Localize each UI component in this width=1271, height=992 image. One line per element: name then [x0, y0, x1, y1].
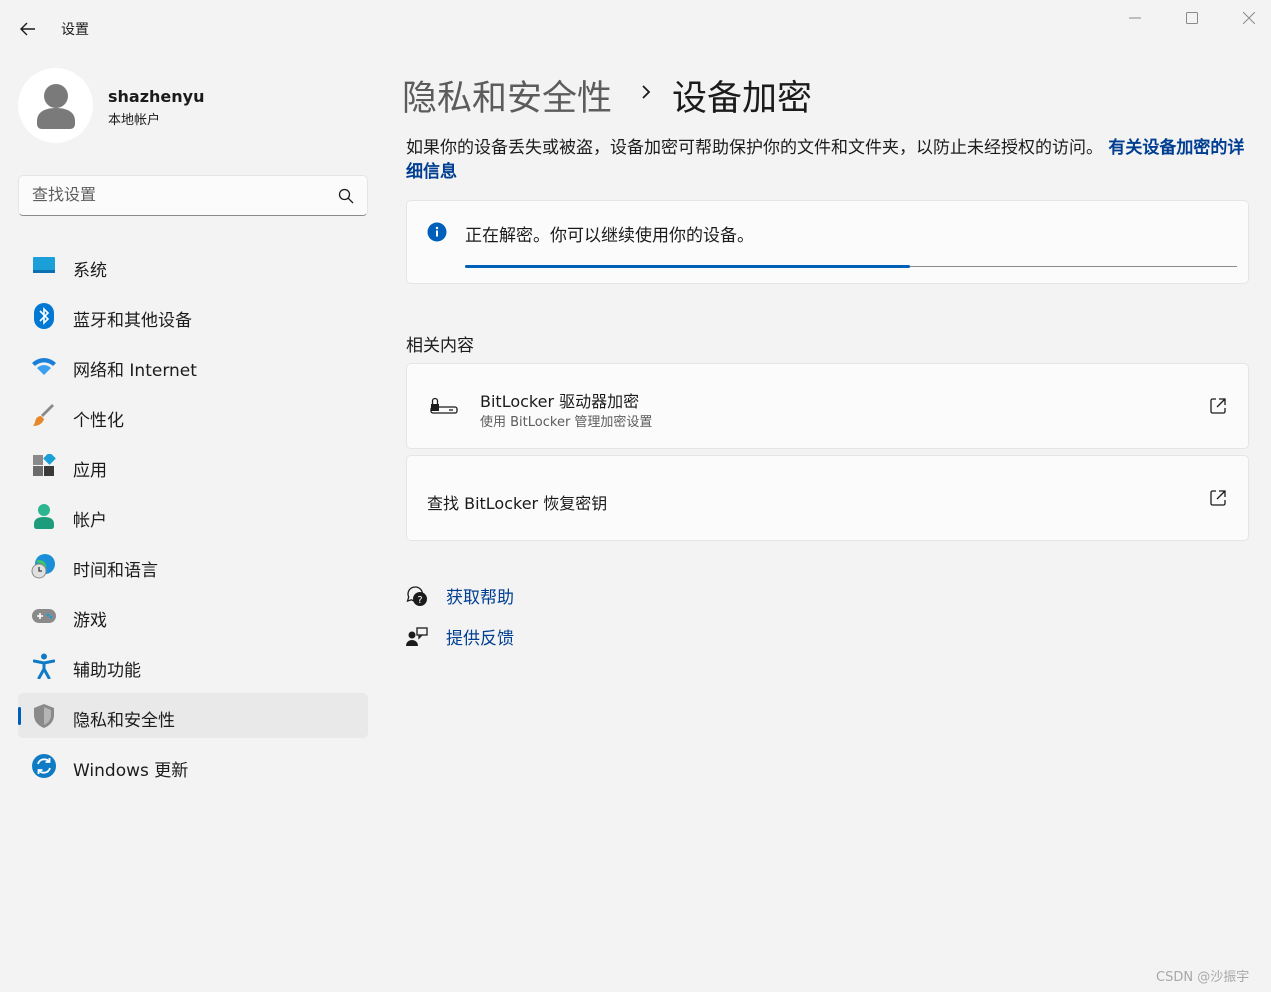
globe-clock-icon — [31, 553, 57, 579]
avatar[interactable] — [18, 68, 93, 143]
get-help-link[interactable]: ? 获取帮助 — [406, 583, 514, 608]
card-title: BitLocker 驱动器加密 — [480, 392, 640, 411]
sidebar-item-label: 帐户 — [73, 511, 107, 531]
status-message: 正在解密。你可以继续使用你的设备。 — [465, 226, 754, 246]
sidebar-item-personalization[interactable]: 个性化 — [18, 393, 368, 438]
system-display-icon — [31, 253, 57, 279]
sidebar-item-label: 网络和 Internet — [73, 361, 197, 381]
sidebar-item-label: 游戏 — [73, 611, 107, 631]
chevron-right-icon — [642, 85, 651, 99]
feedback-link[interactable]: 提供反馈 — [406, 624, 514, 649]
page-title: 设备加密 — [672, 79, 813, 119]
info-icon — [427, 222, 447, 242]
sidebar-item-accessibility[interactable]: 辅助功能 — [18, 643, 368, 688]
sidebar-item-label: 辅助功能 — [73, 661, 141, 681]
apps-icon — [31, 453, 57, 479]
sidebar-item-label: Windows 更新 — [73, 761, 189, 781]
maximize-icon — [1186, 12, 1198, 24]
paintbrush-icon — [31, 403, 57, 429]
sidebar-item-gaming[interactable]: 游戏 — [18, 593, 368, 638]
sidebar-item-time-language[interactable]: 时间和语言 — [18, 543, 368, 588]
card-title: 查找 BitLocker 恢复密钥 — [427, 494, 608, 513]
close-button[interactable] — [1229, 6, 1269, 30]
minimize-icon — [1129, 17, 1141, 19]
search-box[interactable] — [18, 175, 368, 216]
search-icon[interactable] — [337, 187, 355, 205]
back-button[interactable] — [14, 16, 42, 42]
open-external-icon — [1210, 398, 1226, 414]
sidebar-item-windows-update[interactable]: Windows 更新 — [18, 743, 368, 788]
gamepad-icon — [31, 603, 57, 629]
svg-text:?: ? — [417, 595, 422, 606]
help-chat-icon: ? — [406, 585, 427, 606]
bitlocker-encryption-card[interactable]: BitLocker 驱动器加密 使用 BitLocker 管理加密设置 — [406, 363, 1249, 449]
card-subtitle: 使用 BitLocker 管理加密设置 — [480, 415, 653, 430]
sidebar-item-network[interactable]: 网络和 Internet — [18, 343, 368, 388]
sidebar-item-label: 系统 — [73, 261, 107, 281]
sidebar-item-label: 时间和语言 — [73, 561, 158, 581]
description-text: 如果你的设备丢失或被盗，设备加密可帮助保护你的文件和文件夹，以防止未经授权的访问… — [406, 138, 1103, 158]
search-input[interactable] — [32, 185, 322, 204]
user-avatar-icon — [36, 83, 75, 129]
breadcrumb-parent[interactable]: 隐私和安全性 — [402, 70, 612, 121]
open-external-icon — [1210, 490, 1226, 506]
user-name: shazhenyu — [108, 87, 205, 106]
sidebar-item-label: 个性化 — [73, 411, 124, 431]
title-bar: 设置 — [0, 0, 1271, 56]
accessibility-icon — [31, 653, 57, 679]
update-icon — [31, 753, 57, 779]
sidebar-item-label: 隐私和安全性 — [73, 711, 175, 731]
related-section-title: 相关内容 — [406, 336, 474, 356]
sidebar-item-label: 蓝牙和其他设备 — [73, 311, 192, 331]
bluetooth-icon — [31, 303, 57, 329]
close-icon — [1243, 12, 1255, 24]
drive-lock-icon — [430, 397, 458, 414]
progress-fill — [465, 265, 910, 268]
watermark: CSDN @沙振宇 — [1156, 970, 1250, 985]
wifi-icon — [31, 353, 57, 379]
sidebar-item-privacy-security[interactable]: 隐私和安全性 — [18, 693, 368, 738]
sidebar-nav: 系统 蓝牙和其他设备 网络和 Internet 个性化 应用 帐户 时间和语言 … — [18, 243, 368, 793]
sidebar-item-bluetooth[interactable]: 蓝牙和其他设备 — [18, 293, 368, 338]
sidebar-item-apps[interactable]: 应用 — [18, 443, 368, 488]
sidebar-item-system[interactable]: 系统 — [18, 243, 368, 288]
feedback-icon — [406, 626, 428, 646]
minimize-button[interactable] — [1115, 6, 1155, 30]
sidebar-item-label: 应用 — [73, 461, 107, 481]
find-recovery-key-card[interactable]: 查找 BitLocker 恢复密钥 — [406, 455, 1249, 541]
back-arrow-icon — [20, 22, 35, 36]
shield-icon — [31, 703, 57, 729]
sidebar-item-accounts[interactable]: 帐户 — [18, 493, 368, 538]
decryption-status-card: 正在解密。你可以继续使用你的设备。 — [406, 200, 1249, 284]
maximize-button[interactable] — [1172, 6, 1212, 30]
progress-bar — [465, 265, 1237, 268]
feedback-label: 提供反馈 — [446, 629, 514, 649]
app-title: 设置 — [61, 22, 89, 38]
account-type: 本地帐户 — [108, 113, 161, 128]
page-description: 如果你的设备丢失或被盗，设备加密可帮助保护你的文件和文件夹，以防止未经授权的访问… — [406, 136, 1248, 184]
account-icon — [31, 503, 57, 529]
get-help-label: 获取帮助 — [446, 588, 514, 608]
